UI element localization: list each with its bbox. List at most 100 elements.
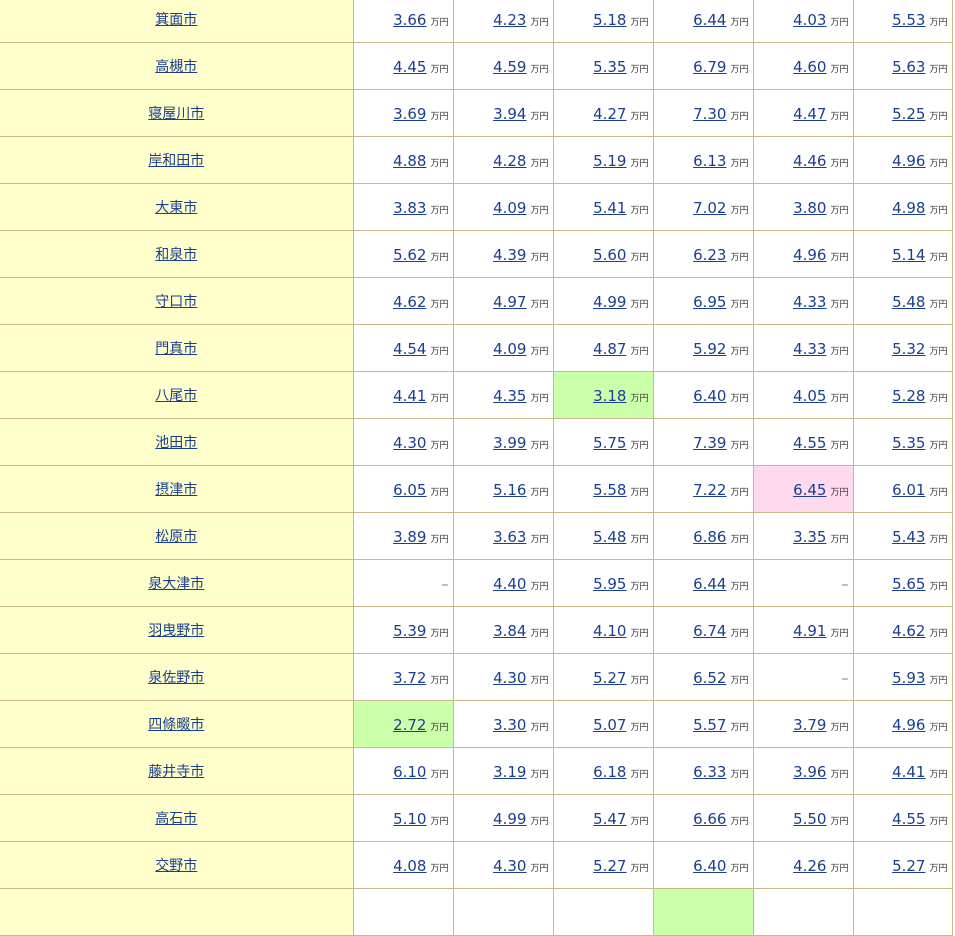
- price-link[interactable]: 4.99: [493, 810, 526, 828]
- price-link[interactable]: 3.66: [393, 11, 426, 29]
- price-link[interactable]: 4.10: [593, 622, 626, 640]
- city-link[interactable]: 門真市: [155, 341, 197, 357]
- price-link[interactable]: 5.35: [892, 434, 925, 452]
- price-link[interactable]: 5.47: [593, 810, 626, 828]
- price-link[interactable]: 3.99: [493, 434, 526, 452]
- price-link[interactable]: 6.13: [693, 152, 726, 170]
- price-link[interactable]: 4.40: [493, 575, 526, 593]
- price-link[interactable]: 6.79: [693, 58, 726, 76]
- price-link[interactable]: 4.33: [793, 293, 826, 311]
- city-link[interactable]: 交野市: [155, 858, 197, 874]
- city-link[interactable]: 泉佐野市: [148, 670, 204, 686]
- price-link[interactable]: 4.30: [393, 434, 426, 452]
- price-link[interactable]: 4.60: [793, 58, 826, 76]
- city-link[interactable]: 岸和田市: [148, 153, 204, 169]
- price-link[interactable]: 6.45: [793, 481, 826, 499]
- price-link[interactable]: 4.59: [493, 58, 526, 76]
- price-link[interactable]: 5.75: [593, 434, 626, 452]
- price-link[interactable]: 4.91: [793, 622, 826, 640]
- price-link[interactable]: 3.83: [393, 199, 426, 217]
- price-link[interactable]: 5.93: [892, 669, 925, 687]
- price-link[interactable]: 5.50: [793, 810, 826, 828]
- price-link[interactable]: 4.23: [493, 11, 526, 29]
- price-link[interactable]: 6.44: [693, 11, 726, 29]
- price-link[interactable]: 6.52: [693, 669, 726, 687]
- price-link[interactable]: 3.63: [493, 528, 526, 546]
- price-link[interactable]: 5.14: [892, 246, 925, 264]
- price-link[interactable]: 6.33: [693, 763, 726, 781]
- price-link[interactable]: 5.63: [892, 58, 925, 76]
- price-link[interactable]: 6.05: [393, 481, 426, 499]
- price-link[interactable]: 6.01: [892, 481, 925, 499]
- price-link[interactable]: 2.72: [393, 716, 426, 734]
- price-link[interactable]: 5.35: [593, 58, 626, 76]
- price-link[interactable]: 5.28: [892, 387, 925, 405]
- price-link[interactable]: 7.30: [693, 105, 726, 123]
- price-link[interactable]: 5.27: [892, 857, 925, 875]
- price-link[interactable]: 7.02: [693, 199, 726, 217]
- price-link[interactable]: 3.94: [493, 105, 526, 123]
- city-link[interactable]: 八尾市: [155, 388, 197, 404]
- price-link[interactable]: 5.92: [693, 340, 726, 358]
- price-link[interactable]: 4.35: [493, 387, 526, 405]
- city-link[interactable]: 高石市: [155, 811, 197, 827]
- price-link[interactable]: 3.80: [793, 199, 826, 217]
- price-link[interactable]: 4.96: [892, 152, 925, 170]
- price-link[interactable]: 6.40: [693, 857, 726, 875]
- price-link[interactable]: 4.09: [493, 199, 526, 217]
- price-link[interactable]: 5.18: [593, 11, 626, 29]
- price-link[interactable]: 6.95: [693, 293, 726, 311]
- price-link[interactable]: 4.97: [493, 293, 526, 311]
- price-link[interactable]: 5.16: [493, 481, 526, 499]
- price-link[interactable]: 6.10: [393, 763, 426, 781]
- city-link[interactable]: 四條畷市: [148, 717, 204, 733]
- price-link[interactable]: 4.05: [793, 387, 826, 405]
- price-link[interactable]: 5.48: [892, 293, 925, 311]
- price-link[interactable]: 4.99: [593, 293, 626, 311]
- price-link[interactable]: 3.89: [393, 528, 426, 546]
- price-link[interactable]: 4.87: [593, 340, 626, 358]
- price-link[interactable]: 4.27: [593, 105, 626, 123]
- price-link[interactable]: 3.18: [593, 387, 626, 405]
- price-link[interactable]: 4.26: [793, 857, 826, 875]
- price-link[interactable]: 6.23: [693, 246, 726, 264]
- city-link[interactable]: 泉大津市: [148, 576, 204, 592]
- price-link[interactable]: 5.43: [892, 528, 925, 546]
- price-link[interactable]: 5.41: [593, 199, 626, 217]
- price-link[interactable]: 3.72: [393, 669, 426, 687]
- price-link[interactable]: 4.62: [393, 293, 426, 311]
- price-link[interactable]: 5.58: [593, 481, 626, 499]
- price-link[interactable]: 4.09: [493, 340, 526, 358]
- city-link[interactable]: 和泉市: [155, 247, 197, 263]
- price-link[interactable]: 4.41: [892, 763, 925, 781]
- price-link[interactable]: 3.35: [793, 528, 826, 546]
- city-link[interactable]: 羽曳野市: [148, 623, 204, 639]
- price-link[interactable]: 6.40: [693, 387, 726, 405]
- price-link[interactable]: 4.88: [393, 152, 426, 170]
- price-link[interactable]: 4.55: [793, 434, 826, 452]
- price-link[interactable]: 4.08: [393, 857, 426, 875]
- price-link[interactable]: 5.25: [892, 105, 925, 123]
- price-link[interactable]: 6.86: [693, 528, 726, 546]
- price-link[interactable]: 4.03: [793, 11, 826, 29]
- price-link[interactable]: 4.41: [393, 387, 426, 405]
- price-link[interactable]: 4.33: [793, 340, 826, 358]
- price-link[interactable]: 5.19: [593, 152, 626, 170]
- price-link[interactable]: 6.44: [693, 575, 726, 593]
- price-link[interactable]: 4.98: [892, 199, 925, 217]
- price-link[interactable]: 3.84: [493, 622, 526, 640]
- city-link[interactable]: 藤井寺市: [148, 764, 204, 780]
- price-link[interactable]: 6.18: [593, 763, 626, 781]
- price-link[interactable]: 4.45: [393, 58, 426, 76]
- city-link[interactable]: 高槻市: [155, 59, 197, 75]
- price-link[interactable]: 5.27: [593, 857, 626, 875]
- price-link[interactable]: 5.95: [593, 575, 626, 593]
- price-link[interactable]: 3.19: [493, 763, 526, 781]
- city-link[interactable]: 大東市: [155, 200, 197, 216]
- price-link[interactable]: 4.47: [793, 105, 826, 123]
- price-link[interactable]: 5.32: [892, 340, 925, 358]
- price-link[interactable]: 3.96: [793, 763, 826, 781]
- price-link[interactable]: 3.30: [493, 716, 526, 734]
- price-link[interactable]: 6.66: [693, 810, 726, 828]
- city-link[interactable]: 寝屋川市: [148, 106, 204, 122]
